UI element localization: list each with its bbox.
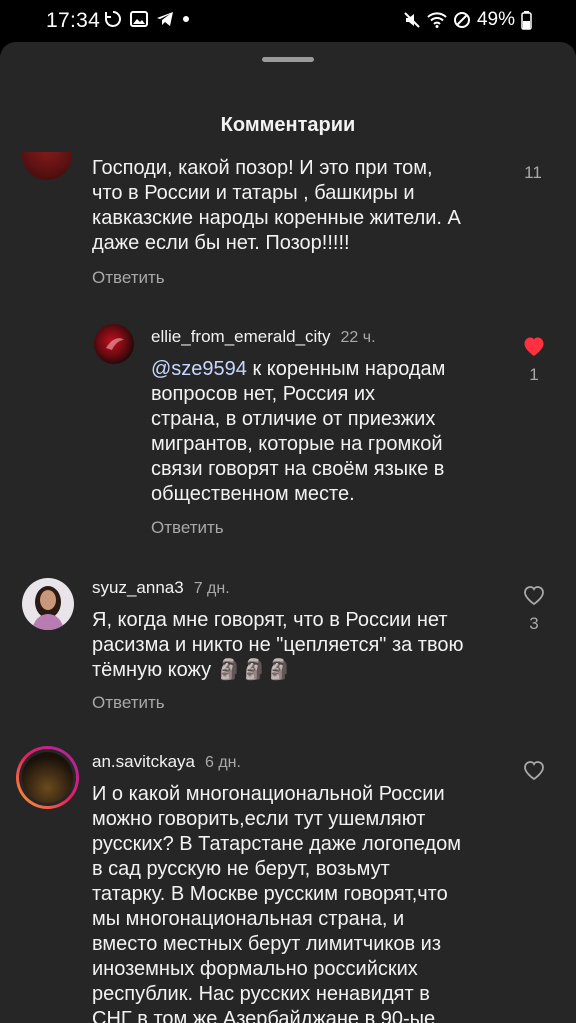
comment-line: Господи, какой позор! И это при том, <box>92 157 433 179</box>
comment-line: даже если бы нет. Позор!!!!! <box>92 232 350 254</box>
status-time: 17:34 <box>46 9 101 32</box>
comment-line: мигрантов, которые на громкой <box>151 433 443 455</box>
comment-line: СНГ в том же Азербайджане в 90-ые <box>92 1008 436 1023</box>
battery-icon <box>521 10 532 30</box>
comment-line: мы многонациональная страна, и <box>92 908 405 930</box>
telegram-icon <box>157 12 173 26</box>
avatar-art-icon <box>106 338 124 350</box>
comments-list[interactable]: Господи, какой позор! И это при том, что… <box>0 152 576 1023</box>
comment-line: русских? В Татарстане даже логопедом <box>92 833 462 855</box>
comment-line: Я, когда мне говорят, что в России нет <box>92 609 448 631</box>
comment-username[interactable]: ellie_from_emerald_city 22 ч. <box>151 327 376 347</box>
username-text[interactable]: ellie_from_emerald_city <box>151 327 331 346</box>
comment-line: татарку. В Москве русским говорят,что <box>92 883 448 905</box>
avatar-photo-icon <box>32 586 64 630</box>
avatar[interactable] <box>22 578 74 630</box>
comment-line-text: к коренным народам <box>246 358 446 380</box>
comment-line: страна, в отличие от приезжих <box>151 408 436 430</box>
like-count[interactable]: 3 <box>519 614 549 634</box>
like-count[interactable]: 11 <box>518 163 548 183</box>
comment-text: Господи, какой позор! И это при том, что… <box>92 156 512 256</box>
comment-line: расизма и никто не "цепляется" за твою <box>92 634 464 656</box>
comment-time: 7 дн. <box>193 580 230 597</box>
comment-line: @sze9594 к коренным народам <box>151 357 511 382</box>
comment-line: связи говорят на своём языке в <box>151 458 445 480</box>
comment-username[interactable]: an.savitckaya 6 дн. <box>92 752 241 772</box>
avatar[interactable] <box>94 324 134 364</box>
username-text[interactable]: an.savitckaya <box>92 752 195 771</box>
username-text[interactable]: syuz_anna3 <box>92 578 184 597</box>
status-bar: 17:34 49% <box>0 0 576 42</box>
avatar <box>19 749 76 806</box>
like-count[interactable]: 1 <box>519 365 549 385</box>
blocked-icon <box>453 12 470 28</box>
comment-line: вопросов нет, Россия их <box>151 383 376 405</box>
gallery-icon <box>130 11 148 27</box>
comment-line: иноземных формально российских <box>92 958 418 980</box>
heart-filled-icon[interactable] <box>522 335 546 357</box>
system-status: 49% <box>403 9 532 31</box>
comment-line: вместо местных берут лимитчиков из <box>92 933 442 955</box>
comment-line: кавказские народы коренные жители. А <box>92 207 461 229</box>
comment-line: можно говорить,если тут ушемляют <box>92 808 426 830</box>
reply-button[interactable]: Ответить <box>151 518 224 538</box>
reply-button[interactable]: Ответить <box>92 268 165 288</box>
wifi-icon <box>427 12 447 28</box>
comment-line: что в России и татары , башкиры и <box>92 182 415 204</box>
comment-text: И о какой многонациональной России можно… <box>92 782 512 1023</box>
comment-time: 6 дн. <box>205 754 241 771</box>
dot-icon <box>183 16 189 22</box>
heart-outline-icon[interactable] <box>522 759 546 781</box>
comment-text: @sze9594 к коренным народам вопросов нет… <box>151 357 511 507</box>
mute-icon <box>404 12 420 28</box>
heart-outline-icon[interactable] <box>522 584 546 606</box>
comment-line: в сад русскую не берут, возьмут <box>92 858 390 880</box>
sync-icon <box>105 11 121 27</box>
comment-line: республик. Нас русских ненавидят в <box>92 983 430 1005</box>
comment-line: общественном месте. <box>151 483 355 505</box>
comment-username[interactable]: syuz_anna3 7 дн. <box>92 578 230 598</box>
mention-link[interactable]: @sze9594 <box>151 358 247 380</box>
battery-percent: 49% <box>476 9 515 30</box>
comment-line: И о какой многонациональной России <box>92 783 445 805</box>
notification-icons <box>104 10 190 28</box>
reply-button[interactable]: Ответить <box>92 693 165 713</box>
comment-line: тёмную кожу 🗿🗿🗿 <box>92 659 292 681</box>
avatar[interactable] <box>22 152 72 180</box>
comment-text: Я, когда мне говорят, что в России нет р… <box>92 608 512 683</box>
avatar-photo <box>22 752 73 803</box>
comment-time: 22 ч. <box>340 329 376 346</box>
comments-sheet: Комментарии Господи, какой позор! И это … <box>0 42 576 1023</box>
drag-handle[interactable] <box>262 57 314 62</box>
sheet-title: Комментарии <box>220 114 356 136</box>
avatar-story-ring[interactable] <box>16 746 79 809</box>
